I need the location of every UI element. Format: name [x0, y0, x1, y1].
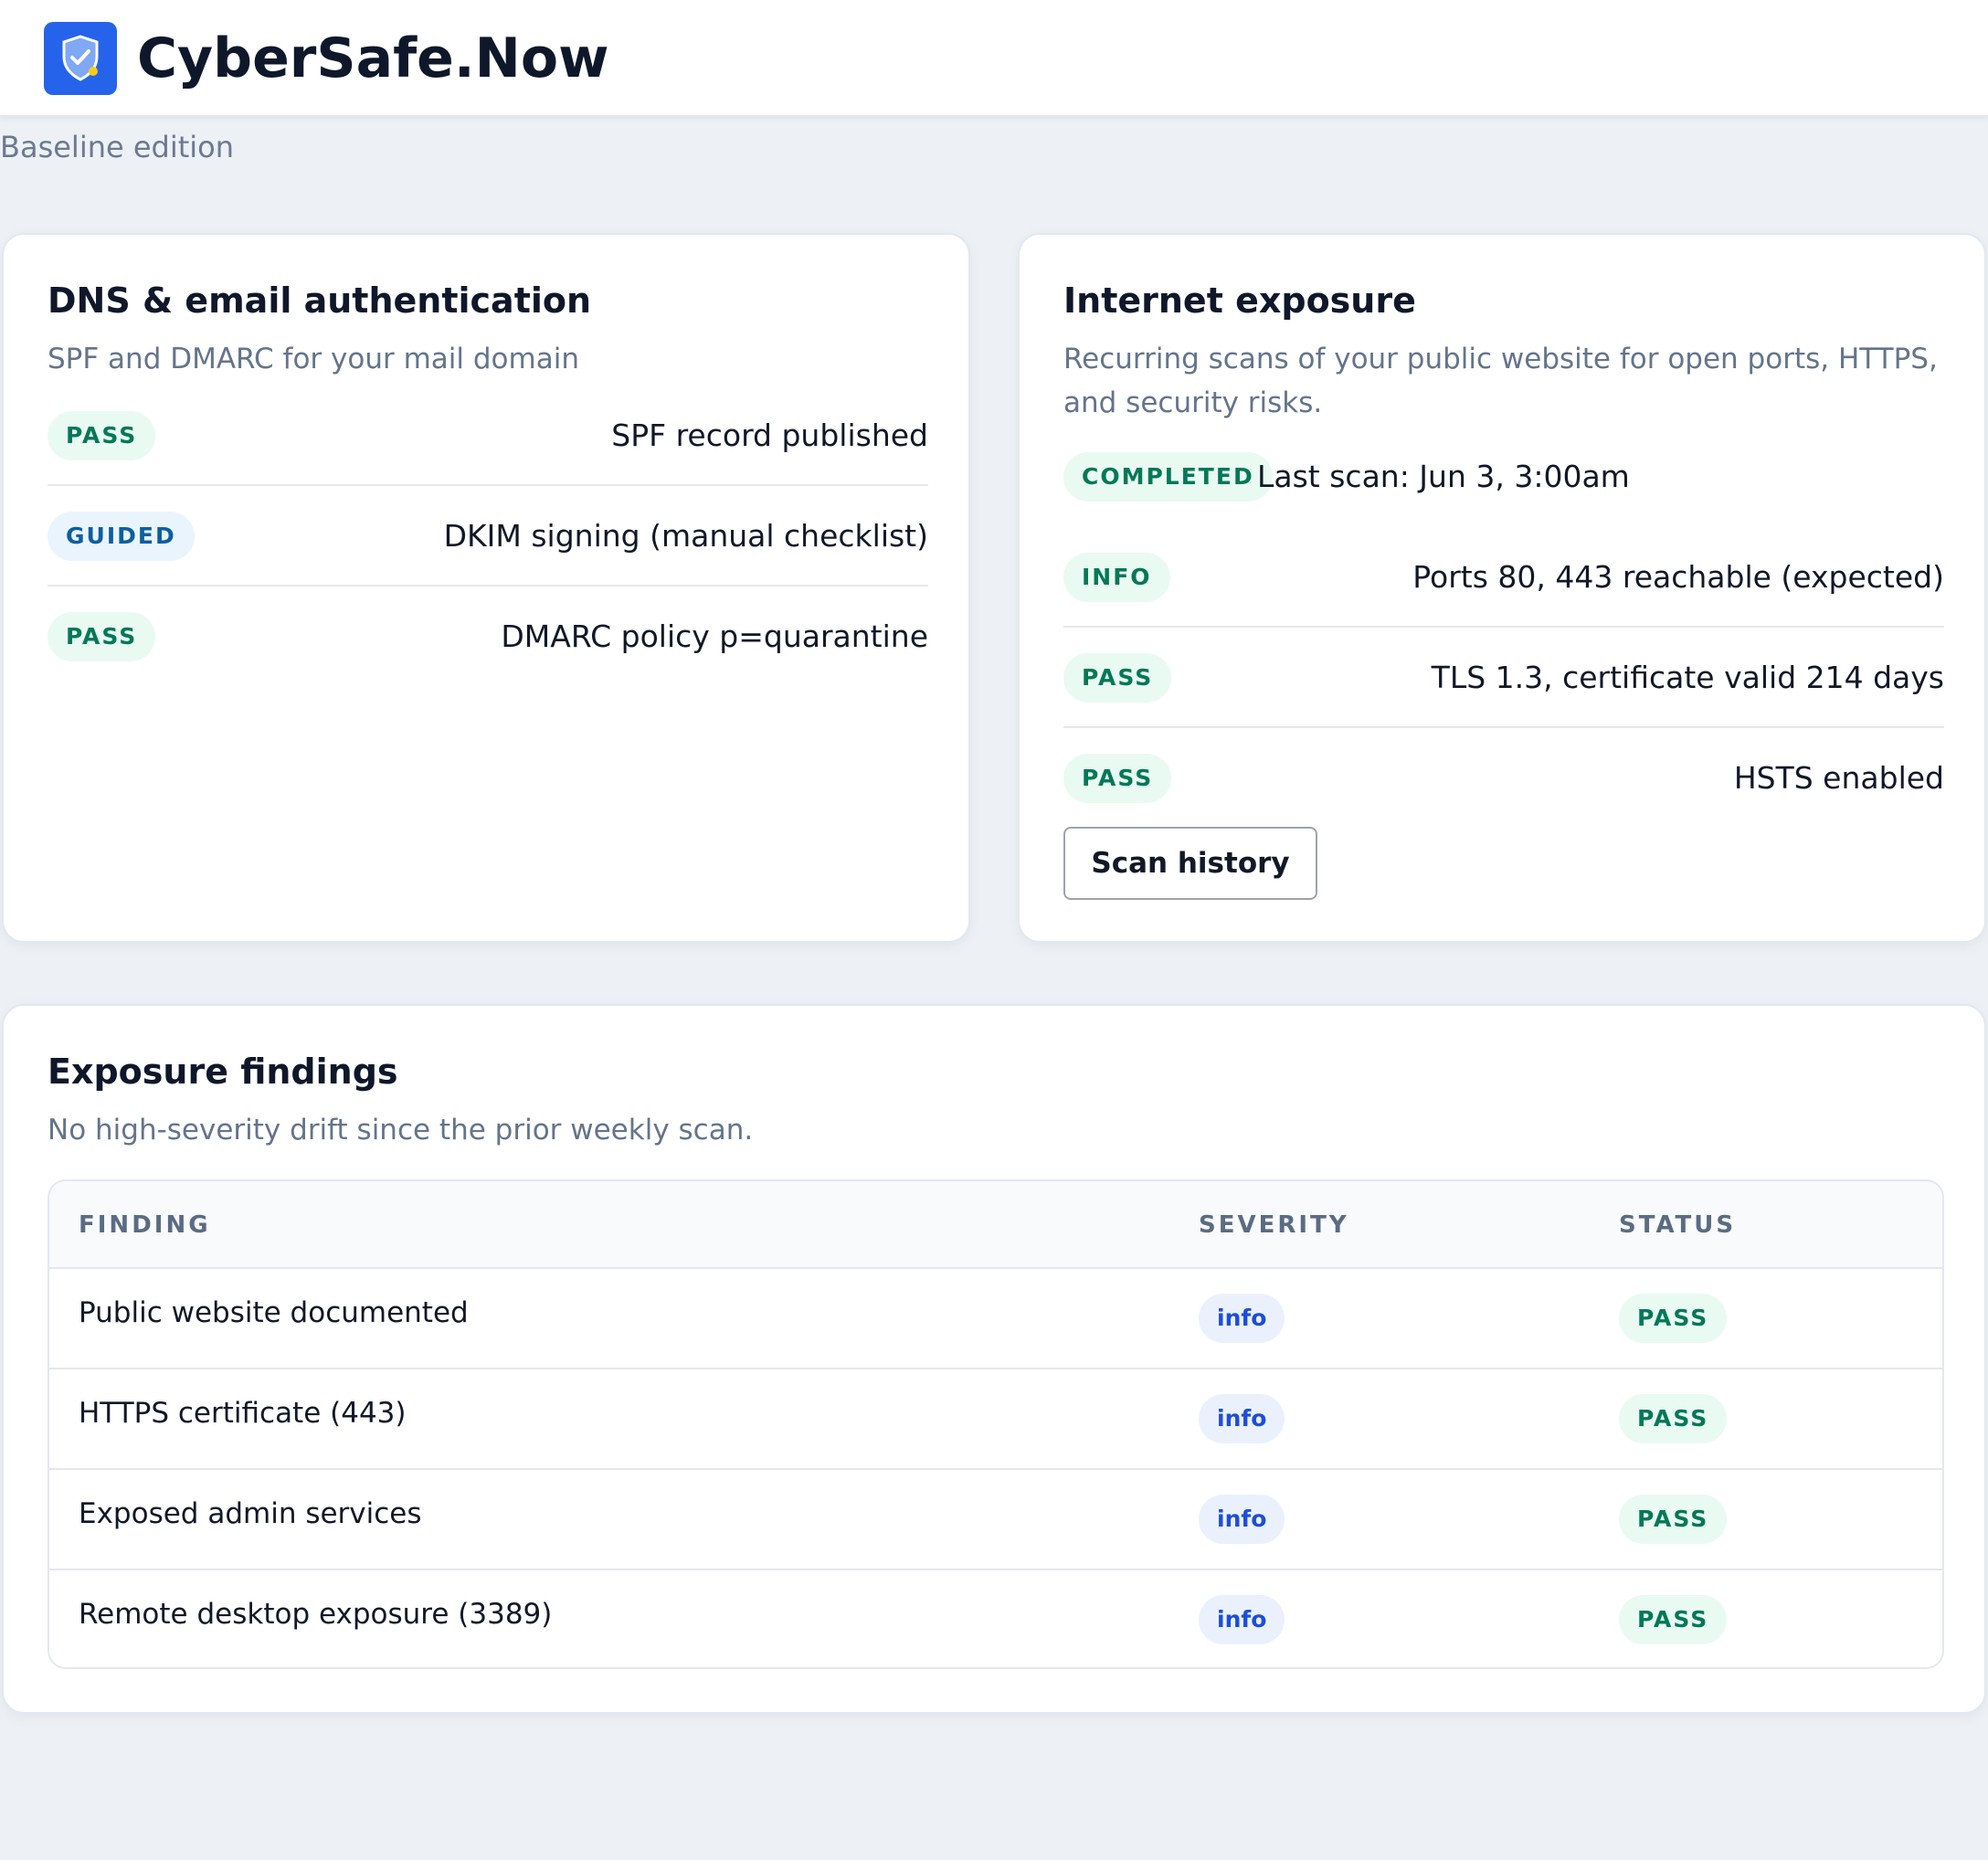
table-row[interactable]: HTTPS certificate (443) info PASS	[49, 1369, 1942, 1470]
top-bar: CyberSafe.Now	[0, 0, 1988, 117]
scan-status-line: COMPLETED Last scan: Jun 3, 3:00am	[1063, 452, 1630, 502]
card-title: DNS & email authentication	[48, 280, 592, 321]
finding-cell: Exposed admin services	[79, 1497, 422, 1530]
severity-badge: info	[1199, 1595, 1285, 1644]
severity-badge: info	[1199, 1394, 1285, 1443]
card-title: Internet exposure	[1063, 280, 1416, 321]
status-badge: PASS	[48, 612, 156, 661]
brand-name[interactable]: CyberSafe.Now	[137, 22, 609, 95]
finding-cell: Public website documented	[79, 1296, 469, 1329]
findings-table: FINDING SEVERITY STATUS Public website d…	[48, 1179, 1944, 1669]
check-text: DKIM signing (manual checklist)	[443, 518, 928, 554]
status-badge: PASS	[1063, 653, 1172, 703]
status-badge: PASS	[1619, 1495, 1728, 1544]
table-row[interactable]: Public website documented info PASS	[49, 1269, 1942, 1369]
last-scan-time: Last scan: Jun 3, 3:00am	[1257, 459, 1630, 494]
status-badge: INFO	[1063, 553, 1170, 602]
table-header: FINDING SEVERITY STATUS	[49, 1181, 1942, 1269]
status-badge: PASS	[1619, 1394, 1728, 1443]
scan-history-button[interactable]: Scan history	[1063, 827, 1317, 900]
check-row-tls: PASS TLS 1.3, certificate valid 214 days	[1063, 628, 1944, 728]
table-row[interactable]: Exposed admin services info PASS	[49, 1470, 1942, 1570]
status-badge: GUIDED	[48, 512, 195, 561]
check-row-hsts: PASS HSTS enabled	[1063, 728, 1944, 829]
internet-exposure-card: Internet exposure Recurring scans of you…	[1018, 233, 1986, 943]
status-badge: PASS	[1619, 1294, 1728, 1343]
finding-cell: HTTPS certificate (443)	[79, 1397, 407, 1430]
card-title: Exposure findings	[48, 1052, 398, 1092]
check-row-dkim: GUIDED DKIM signing (manual checklist)	[48, 486, 928, 587]
status-badge: PASS	[1063, 754, 1172, 803]
scan-status-badge: COMPLETED	[1063, 452, 1273, 502]
finding-cell: Remote desktop exposure (3389)	[79, 1598, 553, 1631]
table-row[interactable]: Remote desktop exposure (3389) info PASS	[49, 1570, 1942, 1667]
check-row-spf: PASS SPF record published	[48, 386, 928, 486]
card-subtitle: Recurring scans of your public website f…	[1063, 343, 1938, 419]
edition-label: Baseline edition	[0, 130, 235, 164]
check-text: TLS 1.3, certificate valid 214 days	[1431, 660, 1944, 695]
status-badge: PASS	[1619, 1595, 1728, 1644]
column-header-severity[interactable]: SEVERITY	[1199, 1181, 1349, 1269]
column-header-finding[interactable]: FINDING	[79, 1181, 211, 1269]
severity-badge: info	[1199, 1294, 1285, 1343]
severity-badge: info	[1199, 1495, 1285, 1544]
dns-email-card: DNS & email authentication SPF and DMARC…	[2, 233, 970, 943]
check-text: HSTS enabled	[1733, 760, 1944, 796]
status-badge: PASS	[48, 411, 156, 460]
check-row-ports: INFO Ports 80, 443 reachable (expected)	[1063, 527, 1944, 628]
card-subtitle: No high-severity drift since the prior w…	[48, 1114, 754, 1147]
check-text: SPF record published	[611, 417, 928, 453]
check-text: DMARC policy p=quarantine	[501, 618, 928, 654]
check-row-dmarc: PASS DMARC policy p=quarantine	[48, 587, 928, 687]
card-subtitle: SPF and DMARC for your mail domain	[48, 343, 579, 375]
check-text: Ports 80, 443 reachable (expected)	[1412, 559, 1944, 595]
exposure-findings-card: Exposure findings No high-severity drift…	[2, 1004, 1986, 1714]
shield-check-icon[interactable]	[44, 22, 117, 95]
column-header-status[interactable]: STATUS	[1619, 1181, 1736, 1269]
